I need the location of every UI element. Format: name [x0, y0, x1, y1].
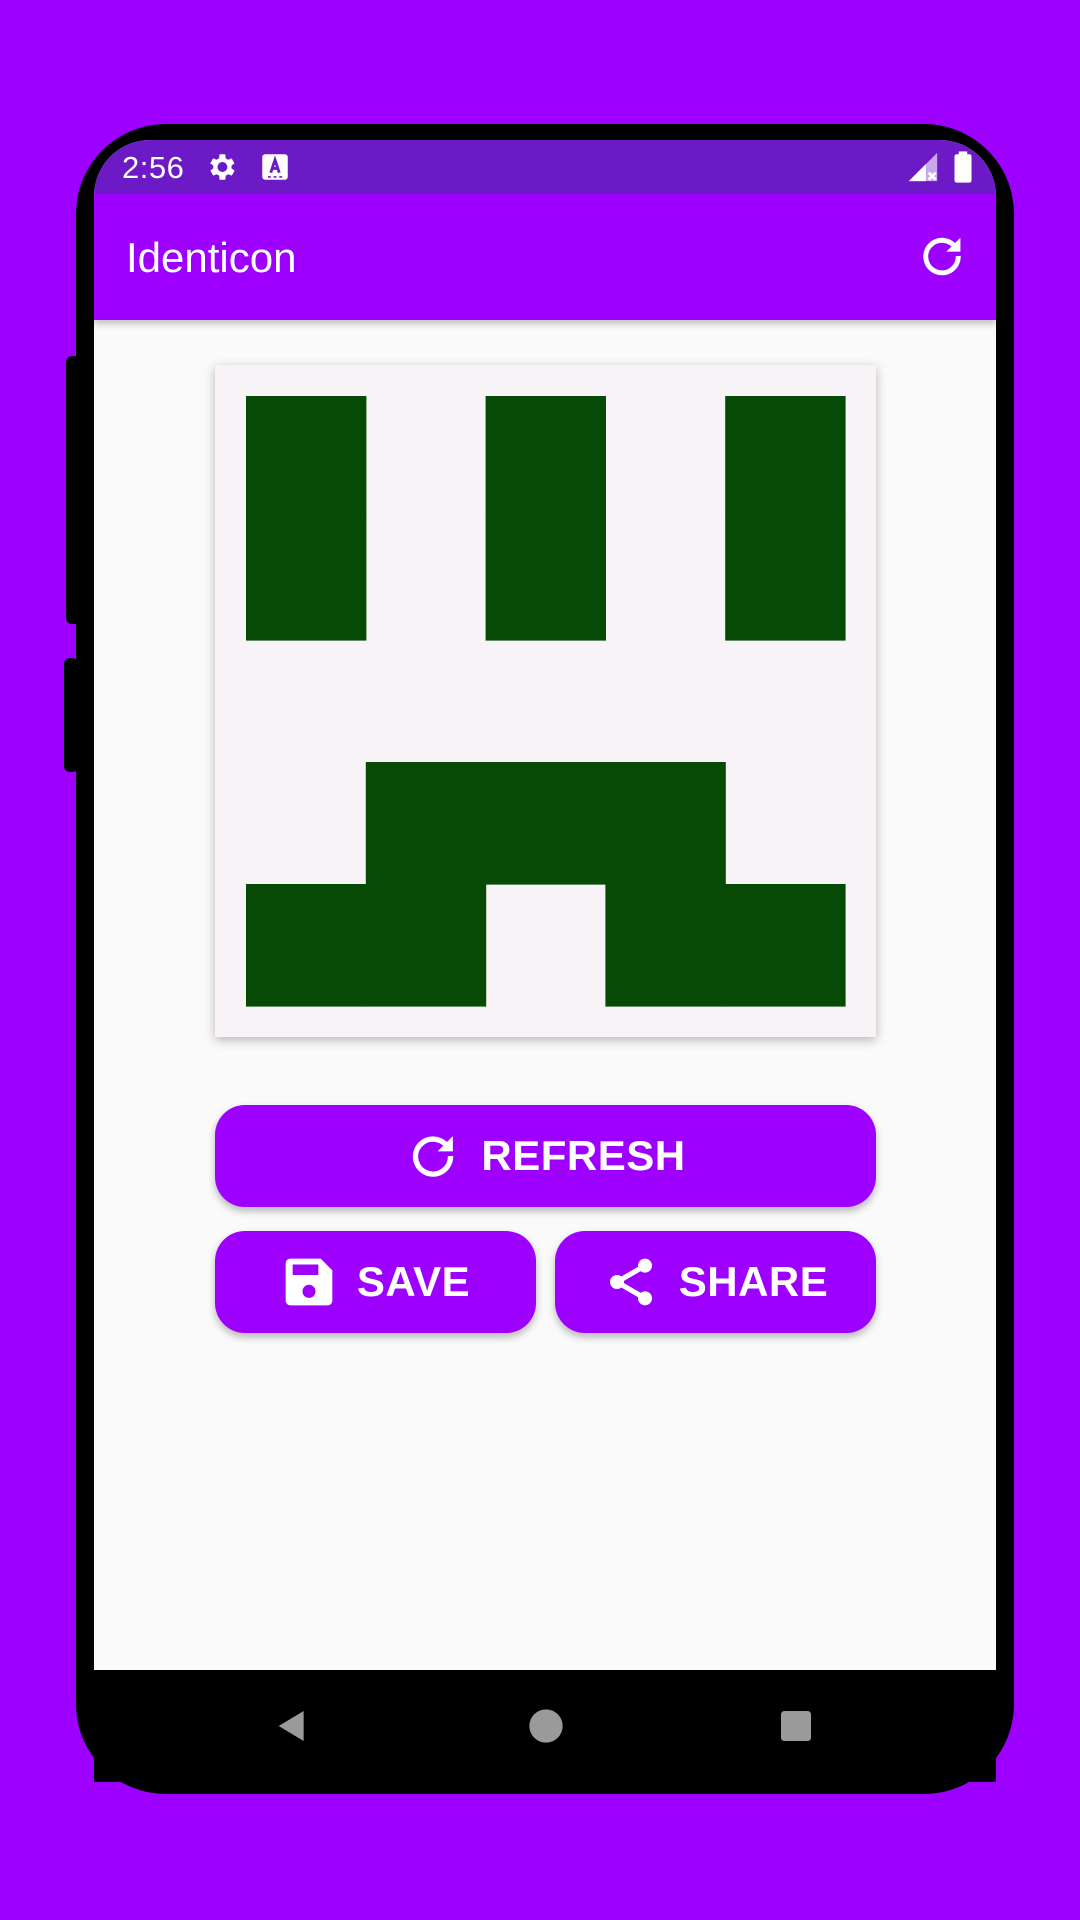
save-button[interactable]: SAVE [215, 1231, 536, 1333]
identicon-cell [246, 396, 367, 519]
refresh-button-label: REFRESH [481, 1132, 686, 1179]
refresh-button[interactable]: REFRESH [215, 1105, 876, 1207]
floppy-disk-icon [285, 1258, 333, 1306]
identicon-cell [605, 884, 726, 1007]
share-icon [609, 1258, 652, 1306]
gear-icon [210, 154, 235, 180]
signal-off-icon [908, 152, 938, 182]
identicon-cell [246, 518, 367, 641]
identicon-cell [485, 518, 606, 641]
identicon-cell [725, 884, 846, 1007]
appbar-refresh-icon[interactable] [916, 230, 968, 282]
battery-icon [954, 151, 972, 183]
identicon-cell [365, 762, 487, 885]
identicon-cell [605, 762, 726, 885]
app-bar: Identicon [94, 194, 996, 320]
identicon-image [246, 396, 846, 1007]
status-bar: 2:56 [94, 140, 996, 194]
identicon-cell [725, 518, 846, 641]
text-a-icon [262, 154, 288, 180]
identicon-cell [485, 396, 606, 519]
share-button-label: SHARE [678, 1258, 829, 1305]
recents-icon[interactable] [776, 1706, 816, 1746]
identicon-cell [365, 884, 487, 1007]
identicon-cell [485, 762, 606, 885]
save-button-label: SAVE [356, 1258, 471, 1305]
navigation-bar [94, 1670, 996, 1782]
refresh-icon [413, 1136, 454, 1177]
home-icon[interactable] [526, 1706, 566, 1746]
device-screen: 2:56 Identicon REFRESH SAVE SHARE [94, 140, 996, 1670]
share-button[interactable]: SHARE [555, 1231, 876, 1333]
back-icon[interactable] [272, 1706, 312, 1746]
identicon-cell [725, 396, 846, 519]
identicon-cell [246, 884, 367, 1007]
status-time: 2:56 [122, 150, 185, 185]
app-title: Identicon [126, 234, 297, 281]
identicon-card [215, 365, 876, 1037]
